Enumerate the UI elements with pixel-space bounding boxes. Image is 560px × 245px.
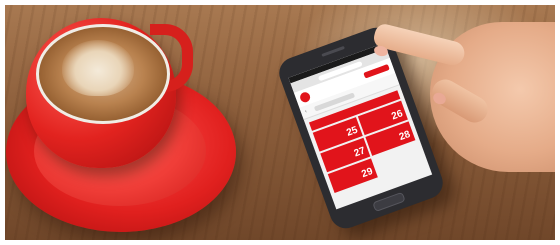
phone-speaker [321, 45, 345, 57]
latte-art [62, 40, 134, 96]
app-logo-icon [298, 90, 312, 104]
phone-screen: ‹ 25 26 27 28 29 [288, 42, 433, 210]
date-number: 25 [345, 124, 360, 139]
date-number: 29 [360, 166, 375, 181]
date-number: 28 [397, 128, 412, 144]
home-button [372, 191, 406, 213]
back-arrow-icon: ‹ [304, 108, 309, 115]
date-number: 26 [390, 108, 405, 123]
date-number: 27 [352, 145, 367, 160]
photo-scene: ‹ 25 26 27 28 29 [0, 0, 560, 245]
